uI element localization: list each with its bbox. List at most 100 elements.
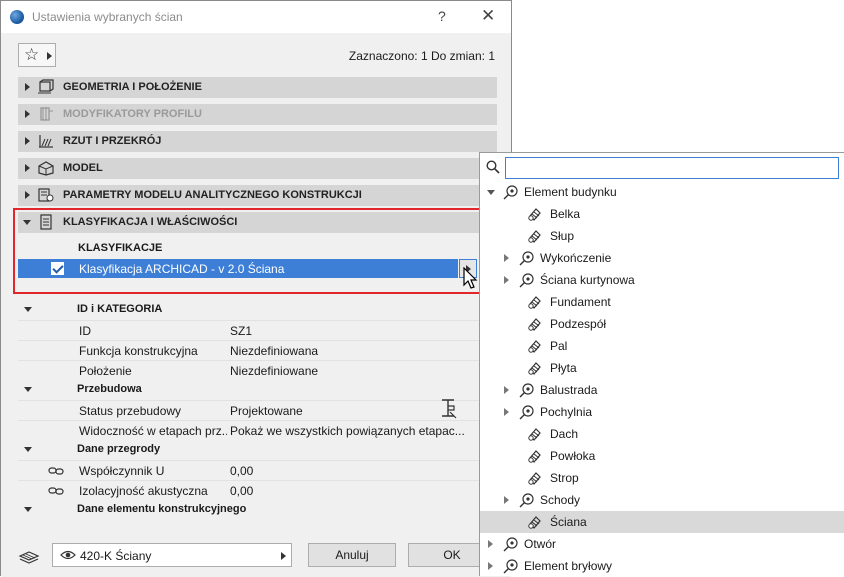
tree-item-label: Ściana: [550, 515, 587, 529]
classification-search-input[interactable]: [505, 157, 839, 179]
caret-right-icon: [47, 52, 52, 60]
property-group-structural-element[interactable]: Dane elementu konstrukcyjnego: [18, 500, 497, 520]
classification-group-icon: [503, 536, 519, 552]
close-button[interactable]: ✕: [481, 6, 495, 26]
property-value[interactable]: 0,00: [230, 464, 470, 478]
expand-arrow-icon[interactable]: [504, 496, 509, 504]
property-group-partition-data[interactable]: Dane przegrody: [18, 440, 497, 460]
tree-item[interactable]: Słup: [480, 225, 844, 247]
property-value[interactable]: Niezdefiniowana: [230, 344, 470, 358]
classification-group-icon: [519, 404, 535, 420]
property-group-label: ID i KATEGORIA: [77, 303, 163, 315]
tree-item[interactable]: Dach: [480, 423, 844, 445]
property-row[interactable]: ID SZ1: [18, 320, 497, 340]
property-value[interactable]: Pokaż we wszystkich powiązanych etapac..…: [230, 424, 470, 438]
classification-group-icon: [503, 184, 519, 200]
link-icon: [48, 467, 64, 475]
expand-arrow-icon[interactable]: [504, 408, 509, 416]
section-label: MODYFIKATORY PROFILU: [63, 108, 202, 120]
tree-item-label: Element budynku: [524, 185, 617, 199]
tree-item[interactable]: Balustrada: [480, 379, 844, 401]
collapse-arrow-icon: [24, 447, 32, 452]
tree-item[interactable]: Ściana kurtynowa: [480, 269, 844, 291]
property-name: Widoczność w etapach prz...: [79, 424, 227, 438]
property-row[interactable]: Izolacyjność akustyczna 0,00: [18, 480, 497, 500]
tree-item[interactable]: Schody: [480, 489, 844, 511]
property-value[interactable]: SZ1: [230, 324, 470, 338]
property-row[interactable]: Status przebudowy Projektowane: [18, 400, 497, 420]
tree-item-label: Pochylnia: [540, 405, 593, 419]
layer-value: 420-K Ściany: [80, 549, 152, 563]
tree-item[interactable]: Fundament: [480, 291, 844, 313]
star-icon: ☆: [24, 45, 40, 64]
section-floor-plan-section[interactable]: RZUT I PRZEKRÓJ: [18, 131, 497, 152]
classification-row[interactable]: Klasyfikacja ARCHICAD - v 2.0 Ściana: [18, 259, 458, 278]
classification-item-icon: [527, 514, 543, 530]
classification-value: Klasyfikacja ARCHICAD - v 2.0 Ściana: [79, 262, 285, 276]
tree-item[interactable]: Otwór: [480, 533, 844, 555]
tree-item-label: Strop: [550, 471, 579, 485]
property-row[interactable]: Położenie Niezdefiniowane: [18, 360, 497, 380]
collapse-arrow-icon: [24, 307, 32, 312]
property-group-label: Przebudowa: [77, 383, 142, 395]
collapse-arrow-icon: [24, 387, 32, 392]
expand-arrow-icon[interactable]: [504, 254, 509, 262]
property-row[interactable]: Widoczność w etapach prz... Pokaż we wsz…: [18, 420, 497, 440]
property-value[interactable]: 0,00: [230, 484, 470, 498]
section-label: RZUT I PRZEKRÓJ: [63, 135, 162, 147]
expand-arrow-icon: [25, 110, 30, 118]
help-button[interactable]: ?: [438, 8, 446, 24]
title-bar: Ustawienia wybranych ścian ? ✕: [1, 1, 511, 33]
geometry-icon: [38, 79, 54, 94]
tree-item[interactable]: Pochylnia: [480, 401, 844, 423]
property-value[interactable]: Niezdefiniowane: [230, 364, 470, 378]
property-row[interactable]: Funkcja konstrukcyjna Niezdefiniowana: [18, 340, 497, 360]
tree-item-label: Otwór: [524, 537, 557, 551]
tree-item-label: Powłoka: [550, 449, 596, 463]
expand-arrow-icon: [25, 83, 30, 91]
classification-checkbox[interactable]: [51, 262, 64, 275]
tree-item-label: Balustrada: [540, 383, 598, 397]
section-structural-analytical[interactable]: PARAMETRY MODELU ANALITYCZNEGO KONSTRUKC…: [18, 185, 497, 206]
layers-icon: [18, 551, 40, 564]
tree-item[interactable]: Ściana: [480, 511, 844, 533]
tree-item[interactable]: Element budynku: [480, 181, 844, 203]
property-row[interactable]: Współczynnik U 0,00: [18, 460, 497, 480]
property-group-label: Dane przegrody: [77, 443, 161, 455]
link-icon: [48, 487, 64, 495]
tree-item[interactable]: Strop: [480, 467, 844, 489]
wall-settings-dialog: Ustawienia wybranych ścian ? ✕ ☆ Zaznacz…: [0, 0, 512, 577]
tree-item[interactable]: Belka: [480, 203, 844, 225]
expand-arrow-icon[interactable]: [504, 276, 509, 284]
tree-item-label: Pal: [550, 339, 568, 353]
classification-item-icon: [527, 338, 543, 354]
property-group-renovation[interactable]: Przebudowa: [18, 380, 497, 400]
tree-item-label: Dach: [550, 427, 579, 441]
classification-popup: Element budynku Belka Słup Wykończenie Ścian…: [479, 152, 844, 576]
expand-arrow-icon: [25, 164, 30, 172]
classification-group-icon: [503, 558, 519, 574]
property-group-label: Dane elementu konstrukcyjnego: [77, 503, 247, 515]
cancel-button[interactable]: Anuluj: [308, 543, 396, 567]
tree-item[interactable]: Podzespół: [480, 313, 844, 335]
tree-item[interactable]: Element bryłowy: [480, 555, 844, 577]
expand-arrow-icon[interactable]: [488, 562, 493, 570]
search-icon: [486, 160, 500, 174]
classification-item-icon: [527, 448, 543, 464]
tree-item[interactable]: Pal: [480, 335, 844, 357]
expand-arrow-icon[interactable]: [504, 386, 509, 394]
layer-select[interactable]: 420-K Ściany: [52, 543, 292, 567]
tree-item[interactable]: Powłoka: [480, 445, 844, 467]
tree-item[interactable]: Wykończenie: [480, 247, 844, 269]
expand-arrow-icon[interactable]: [488, 540, 493, 548]
section-geometry[interactable]: GEOMETRIA I POŁOŻENIE: [18, 77, 497, 98]
section-label: PARAMETRY MODELU ANALITYCZNEGO KONSTRUKC…: [63, 189, 362, 201]
tree-item[interactable]: Płyta: [480, 357, 844, 379]
collapse-arrow-icon[interactable]: [487, 190, 495, 195]
property-group-id-category[interactable]: ID i KATEGORIA: [18, 300, 497, 320]
favorites-button[interactable]: ☆: [18, 43, 56, 67]
property-value[interactable]: Projektowane: [230, 404, 470, 418]
section-model[interactable]: MODEL: [18, 158, 497, 179]
renovation-filter-icon[interactable]: [438, 398, 458, 420]
section-profile-modifiers: MODYFIKATORY PROFILU: [18, 104, 497, 125]
